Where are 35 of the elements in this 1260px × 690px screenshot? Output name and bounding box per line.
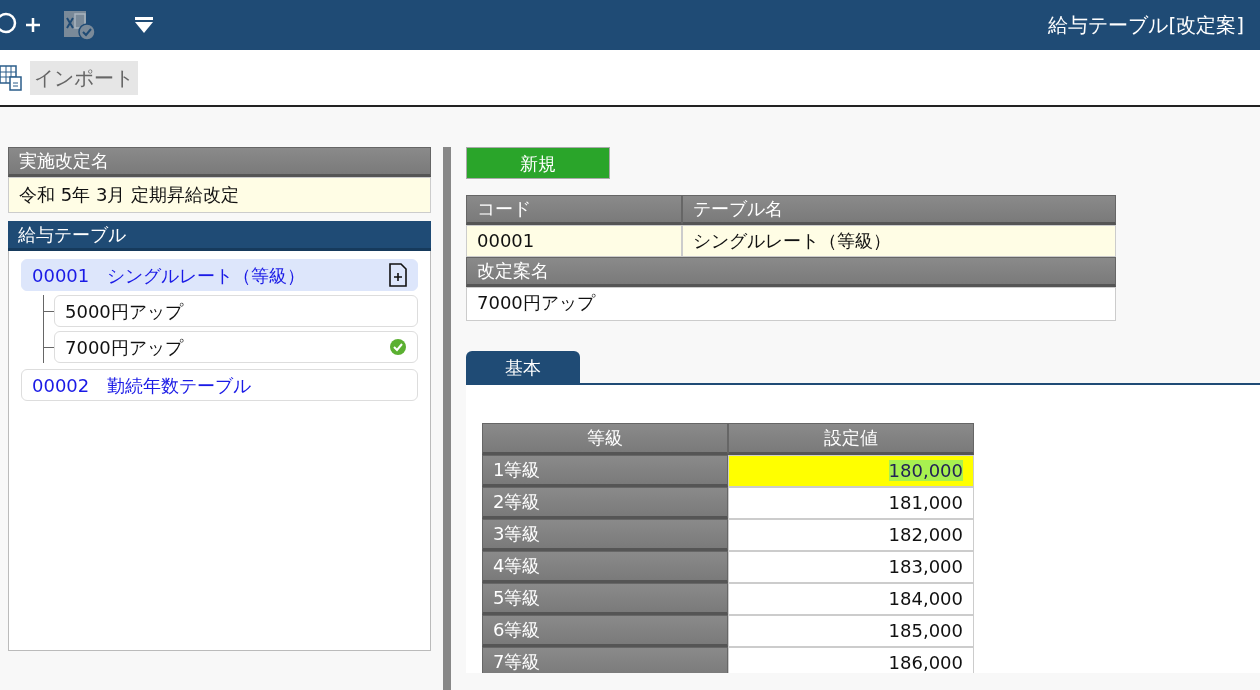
- table-cell: シングルレート（等級）: [682, 225, 1116, 257]
- table-cell: 00001: [466, 225, 682, 257]
- tab[interactable]: 基本: [466, 351, 580, 383]
- column-header: 設定値: [728, 423, 974, 455]
- tree-item[interactable]: 7000円アップ: [54, 331, 418, 363]
- tree-item[interactable]: 00001 シングルレート（等級）: [21, 259, 418, 291]
- row-header: 4等級: [482, 551, 728, 583]
- table-cell[interactable]: 185,000: [728, 615, 974, 647]
- column-header: コード: [466, 195, 682, 225]
- panel-header: 給与テーブル: [8, 221, 431, 251]
- table-cell[interactable]: 180,000: [728, 455, 974, 487]
- row-header: 2等級: [482, 487, 728, 519]
- field-header: 実施改定名: [8, 147, 431, 177]
- table-cell[interactable]: 181,000: [728, 487, 974, 519]
- table-cell[interactable]: 184,000: [728, 583, 974, 615]
- row-header: 7等級: [482, 647, 728, 673]
- field-value: 令和 5年 3月 定期昇給改定: [8, 177, 431, 213]
- field-header: 改定案名: [466, 257, 1116, 287]
- spreadsheet-check-icon[interactable]: [62, 9, 96, 41]
- row-header: 3等級: [482, 519, 728, 551]
- field-value: 7000円アップ: [466, 287, 1116, 321]
- import-button[interactable]: インポート: [30, 60, 138, 95]
- table-cell[interactable]: 186,000: [728, 647, 974, 673]
- row-header: 5等級: [482, 583, 728, 615]
- table-cell[interactable]: 183,000: [728, 551, 974, 583]
- filter-icon[interactable]: [134, 16, 154, 34]
- column-header: テーブル名: [682, 195, 1116, 225]
- tree-item[interactable]: 00002 勤続年数テーブル: [21, 369, 418, 401]
- row-header: 6等級: [482, 615, 728, 647]
- table-cell[interactable]: 182,000: [728, 519, 974, 551]
- tree-item[interactable]: 5000円アップ: [54, 295, 418, 327]
- add-document-icon[interactable]: [389, 263, 407, 287]
- row-header: 1等級: [482, 455, 728, 487]
- column-header: 等級: [482, 423, 728, 455]
- window-title: 給与テーブル[改定案]: [1048, 12, 1244, 39]
